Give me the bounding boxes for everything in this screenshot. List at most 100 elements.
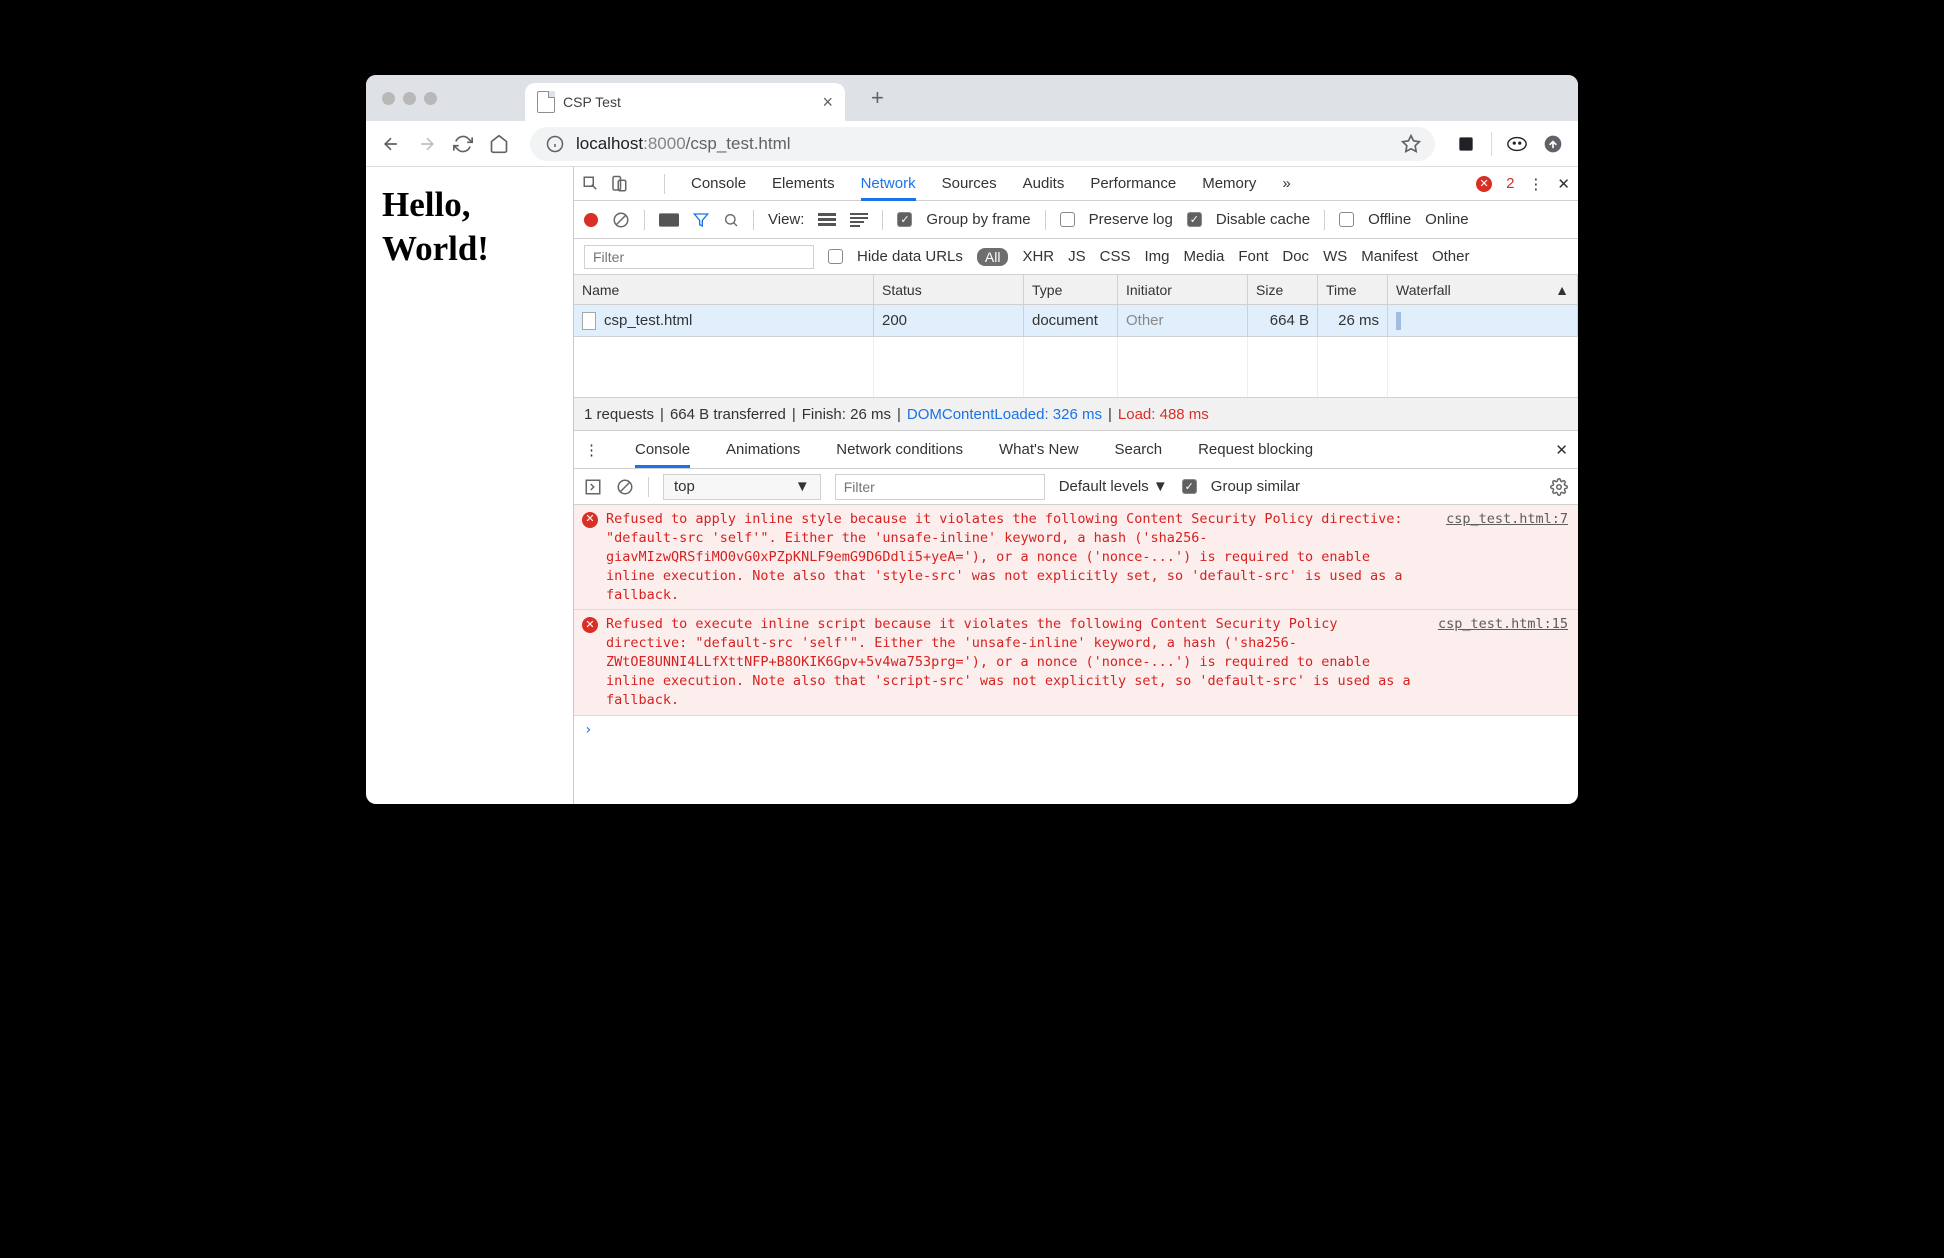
drawer-tab-bar: ⋮ Console Animations Network conditions …	[574, 431, 1578, 469]
back-button[interactable]	[380, 133, 402, 155]
tab-elements[interactable]: Elements	[772, 175, 835, 192]
console-clear-icon[interactable]	[616, 478, 634, 496]
drawer-tab-animations[interactable]: Animations	[726, 441, 800, 458]
drawer-tab-network-conditions[interactable]: Network conditions	[836, 441, 963, 458]
close-tab-button[interactable]: ×	[822, 92, 833, 113]
new-tab-button[interactable]: +	[871, 85, 884, 111]
more-tabs-icon[interactable]: »	[1282, 175, 1290, 192]
col-name[interactable]: Name	[574, 275, 874, 304]
drawer-menu-icon[interactable]: ⋮	[584, 441, 599, 459]
error-count[interactable]: 2	[1506, 175, 1514, 192]
filter-type-other[interactable]: Other	[1432, 248, 1470, 265]
profile-icon[interactable]	[1506, 133, 1528, 155]
request-type: document	[1024, 305, 1118, 336]
col-initiator[interactable]: Initiator	[1118, 275, 1248, 304]
tab-network[interactable]: Network	[861, 175, 916, 201]
drawer-tab-request-blocking[interactable]: Request blocking	[1198, 441, 1313, 458]
device-toggle-icon[interactable]	[610, 175, 628, 193]
console-output: ✕ Refused to apply inline style because …	[574, 505, 1578, 804]
maximize-window-button[interactable]	[424, 92, 437, 105]
console-error-row[interactable]: ✕ Refused to execute inline script becau…	[574, 610, 1578, 715]
console-toolbar: top▼ Default levels ▼ ✓ Group similar	[574, 469, 1578, 505]
network-filter-row: Hide data URLs All XHR JS CSS Img Media …	[574, 239, 1578, 275]
col-type[interactable]: Type	[1024, 275, 1118, 304]
drawer-close-button[interactable]: ✕	[1555, 441, 1568, 459]
record-button[interactable]	[584, 213, 598, 227]
drawer-tab-console[interactable]: Console	[635, 441, 690, 468]
separator	[1324, 210, 1325, 230]
browser-tab[interactable]: CSP Test ×	[525, 83, 845, 121]
filter-type-xhr[interactable]: XHR	[1022, 248, 1054, 265]
tab-memory[interactable]: Memory	[1202, 175, 1256, 192]
network-filter-input[interactable]	[584, 245, 814, 269]
extension-icon[interactable]	[1455, 133, 1477, 155]
group-similar-checkbox[interactable]: ✓	[1182, 479, 1197, 494]
col-status[interactable]: Status	[874, 275, 1024, 304]
offline-checkbox[interactable]	[1339, 212, 1354, 227]
request-status: 200	[874, 305, 1024, 336]
clear-button[interactable]	[612, 211, 630, 229]
offline-label: Offline	[1368, 211, 1411, 228]
error-source-link[interactable]: csp_test.html:15	[1438, 615, 1568, 709]
error-badge-icon: ✕	[1476, 176, 1492, 192]
devtools-menu-icon[interactable]: ⋮	[1528, 175, 1543, 193]
view-large-icon[interactable]	[818, 213, 836, 227]
filter-type-css[interactable]: CSS	[1100, 248, 1131, 265]
forward-button[interactable]	[416, 133, 438, 155]
tab-performance[interactable]: Performance	[1090, 175, 1176, 192]
separator	[664, 174, 665, 194]
filter-type-media[interactable]: Media	[1184, 248, 1225, 265]
filter-type-img[interactable]: Img	[1144, 248, 1169, 265]
group-by-frame-checkbox[interactable]: ✓	[897, 212, 912, 227]
inspect-element-icon[interactable]	[582, 175, 600, 193]
console-settings-icon[interactable]	[1550, 478, 1568, 496]
filter-type-font[interactable]: Font	[1238, 248, 1268, 265]
console-filter-input[interactable]	[835, 474, 1045, 500]
home-button[interactable]	[488, 133, 510, 155]
request-initiator: Other	[1118, 305, 1248, 336]
updates-icon[interactable]	[1542, 133, 1564, 155]
tab-sources[interactable]: Sources	[942, 175, 997, 192]
col-waterfall[interactable]: Waterfall▲	[1388, 275, 1578, 304]
devtools-close-button[interactable]: ✕	[1557, 175, 1570, 193]
request-time: 26 ms	[1318, 305, 1388, 336]
summary-load: Load: 488 ms	[1118, 406, 1209, 423]
console-context-select[interactable]: top▼	[663, 474, 821, 500]
filter-icon[interactable]	[693, 212, 709, 228]
network-table-header: Name Status Type Initiator Size Time Wat…	[574, 275, 1578, 305]
filter-type-ws[interactable]: WS	[1323, 248, 1347, 265]
reload-button[interactable]	[452, 133, 474, 155]
tab-audits[interactable]: Audits	[1023, 175, 1065, 192]
summary-finish: Finish: 26 ms	[802, 406, 891, 423]
bookmark-icon[interactable]	[1401, 134, 1421, 154]
hide-data-urls-checkbox[interactable]	[828, 249, 843, 264]
network-request-row[interactable]: csp_test.html 200 document Other 664 B 2…	[574, 305, 1578, 337]
disable-cache-checkbox[interactable]: ✓	[1187, 212, 1202, 227]
col-time[interactable]: Time	[1318, 275, 1388, 304]
console-sidebar-toggle-icon[interactable]	[584, 478, 602, 496]
online-label[interactable]: Online	[1425, 211, 1468, 228]
console-error-row[interactable]: ✕ Refused to apply inline style because …	[574, 505, 1578, 610]
filter-type-manifest[interactable]: Manifest	[1361, 248, 1418, 265]
site-info-icon[interactable]	[544, 133, 566, 155]
error-source-link[interactable]: csp_test.html:7	[1446, 510, 1568, 604]
drawer-tab-whats-new[interactable]: What's New	[999, 441, 1079, 458]
minimize-window-button[interactable]	[403, 92, 416, 105]
separator: |	[1108, 406, 1112, 423]
filter-type-js[interactable]: JS	[1068, 248, 1086, 265]
filter-type-all[interactable]: All	[977, 248, 1009, 266]
drawer-tab-search[interactable]: Search	[1115, 441, 1163, 458]
preserve-log-checkbox[interactable]	[1060, 212, 1075, 227]
screenshots-icon[interactable]	[659, 213, 679, 227]
tab-console[interactable]: Console	[691, 175, 746, 192]
console-levels-select[interactable]: Default levels ▼	[1059, 478, 1168, 495]
url-field[interactable]: localhost:8000/csp_test.html	[530, 127, 1435, 161]
filter-type-doc[interactable]: Doc	[1282, 248, 1309, 265]
col-size[interactable]: Size	[1248, 275, 1318, 304]
console-prompt[interactable]: ›	[574, 716, 1578, 744]
search-icon[interactable]	[723, 212, 739, 228]
group-similar-label: Group similar	[1211, 478, 1300, 495]
close-window-button[interactable]	[382, 92, 395, 105]
view-small-icon[interactable]	[850, 213, 868, 227]
request-name: csp_test.html	[574, 305, 874, 336]
